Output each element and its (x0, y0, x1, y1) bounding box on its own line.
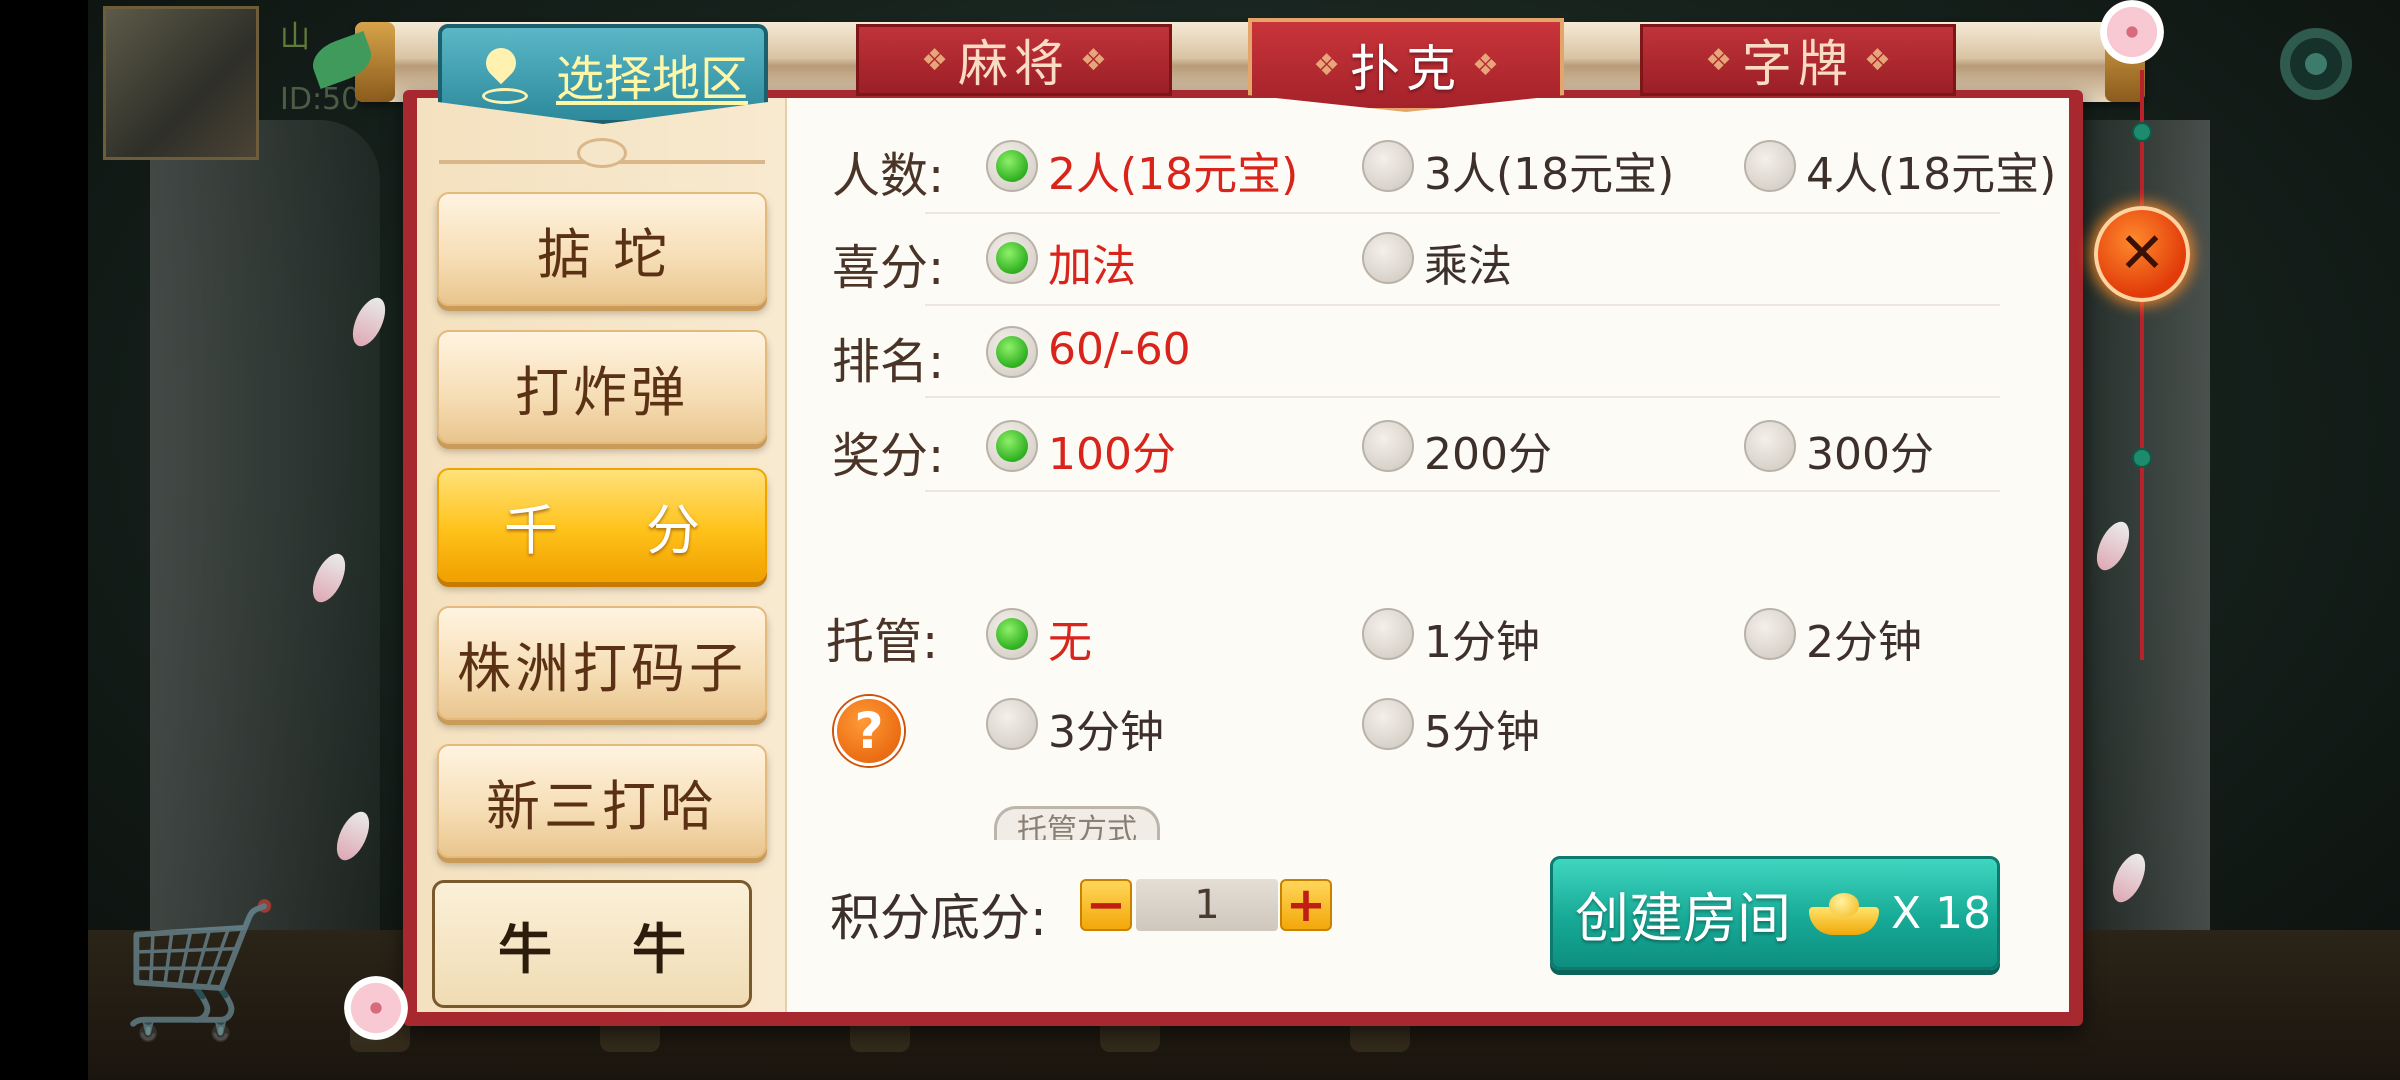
auto-play-radio-1min[interactable] (1362, 608, 1414, 660)
tab-zipai[interactable]: ❖ 字牌 ❖ (1640, 24, 1956, 96)
reward-option-200[interactable]: 200分 (1424, 418, 1552, 482)
auto-play-radio-none[interactable] (986, 608, 1038, 660)
reward-radio-200[interactable] (1362, 420, 1414, 472)
auto-play-radio-5min[interactable] (1362, 698, 1414, 750)
create-room-cost: X 18 (1891, 887, 1992, 939)
players-label: 人数: (832, 148, 945, 204)
ornament-icon: ❖ (1080, 42, 1107, 78)
close-button[interactable]: ✕ (2094, 206, 2190, 302)
reward-option-100[interactable]: 100分 (1048, 418, 1176, 482)
reward-radio-300[interactable] (1744, 420, 1796, 472)
auto-play-radio-2min[interactable] (1744, 608, 1796, 660)
ornament-icon: ❖ (921, 42, 948, 78)
auto-play-option-none[interactable]: 无 (1048, 606, 1092, 670)
gear-icon[interactable] (2280, 28, 2352, 100)
players-option-3[interactable]: 3人(18元宝) (1424, 138, 1674, 202)
players-radio-4[interactable] (1744, 140, 1796, 192)
game-button-zhuzhou-damazi[interactable]: 株洲打码子 (437, 606, 767, 720)
bonus-option-multiply[interactable]: 乘法 (1424, 230, 1512, 294)
row-divider (925, 304, 2000, 306)
ornament-icon: ❖ (1313, 47, 1340, 83)
players-radio-3[interactable] (1362, 140, 1414, 192)
ranking-label: 排名: (832, 334, 945, 390)
flower-decoration (344, 976, 408, 1040)
ranking-option[interactable]: 60/-60 (1048, 324, 1191, 375)
tab-label: 麻将 (958, 35, 1070, 93)
bead-decoration (2132, 448, 2152, 468)
row-divider (925, 396, 2000, 398)
gold-ingot-icon (1809, 891, 1879, 935)
close-icon: ✕ (2118, 221, 2166, 286)
shop-cart-icon: 🛒 (120, 894, 282, 1046)
ornament-icon: ❖ (1864, 42, 1891, 78)
score-increase-button[interactable]: + (1280, 879, 1332, 931)
user-name: 山 (280, 20, 310, 55)
knot-decoration (577, 138, 627, 168)
ornament-icon: ❖ (1472, 47, 1499, 83)
location-pin-icon (482, 48, 528, 104)
players-option-2[interactable]: 2人(18元宝) (1048, 138, 1298, 202)
row-divider (925, 490, 2000, 492)
tassel-cord (2140, 70, 2144, 660)
tab-label: 扑克 (1350, 40, 1462, 98)
ranking-radio[interactable] (986, 326, 1038, 378)
auto-play-option-5min[interactable]: 5分钟 (1424, 696, 1540, 760)
game-button-niuniu[interactable]: 牛牛 (432, 880, 752, 1008)
tab-mahjong[interactable]: ❖ 麻将 ❖ (856, 24, 1172, 96)
bonus-mode-label: 喜分: (832, 240, 945, 296)
screen-edge (0, 0, 88, 1080)
bonus-radio-add[interactable] (986, 232, 1038, 284)
auto-play-label: 托管: (826, 614, 939, 670)
score-value: 1 (1136, 879, 1278, 931)
avatar[interactable] (103, 6, 259, 160)
ornament-icon: ❖ (1705, 42, 1732, 78)
auto-play-option-3min[interactable]: 3分钟 (1048, 696, 1164, 760)
score-decrease-button[interactable]: − (1080, 879, 1132, 931)
reward-option-300[interactable]: 300分 (1806, 418, 1934, 482)
game-button-diantuo[interactable]: 掂坨 (437, 192, 767, 306)
players-radio-2[interactable] (986, 140, 1038, 192)
help-icon[interactable]: ? (834, 696, 904, 766)
game-button-dazhadan[interactable]: 打炸弹 (437, 330, 767, 444)
create-room-label: 创建房间 (1575, 886, 1791, 950)
game-label: 新三打哈 (486, 774, 718, 838)
select-region-label: 选择地区 (556, 51, 749, 107)
game-label: 掂坨 (537, 222, 689, 286)
bead-decoration (2132, 122, 2152, 142)
auto-play-mode-toggle[interactable]: 托管方式 (994, 806, 1160, 840)
auto-play-radio-3min[interactable] (986, 698, 1038, 750)
bonus-radio-multiply[interactable] (1362, 232, 1414, 284)
base-score-label: 积分底分: (830, 889, 1047, 947)
auto-play-option-2min[interactable]: 2分钟 (1806, 606, 1922, 670)
row-divider (925, 212, 2000, 214)
reward-label: 奖分: (832, 428, 945, 484)
game-label: 打炸弹 (515, 360, 689, 424)
game-button-xin-sandaha[interactable]: 新三打哈 (437, 744, 767, 858)
flower-decoration (2100, 0, 2164, 64)
create-room-button[interactable]: 创建房间 X 18 (1550, 856, 2000, 970)
game-label: 株洲打码子 (457, 636, 747, 700)
reward-radio-100[interactable] (986, 420, 1038, 472)
tab-poker[interactable]: ❖ 扑克 ❖ (1248, 18, 1564, 112)
auto-play-option-1min[interactable]: 1分钟 (1424, 606, 1540, 670)
game-label: 牛牛 (498, 917, 766, 981)
game-button-qianfen[interactable]: 千分 (437, 468, 767, 582)
tab-label: 字牌 (1742, 35, 1854, 93)
game-label: 千分 (504, 498, 788, 562)
players-option-4[interactable]: 4人(18元宝) (1806, 138, 2056, 202)
bonus-option-add[interactable]: 加法 (1048, 230, 1136, 294)
